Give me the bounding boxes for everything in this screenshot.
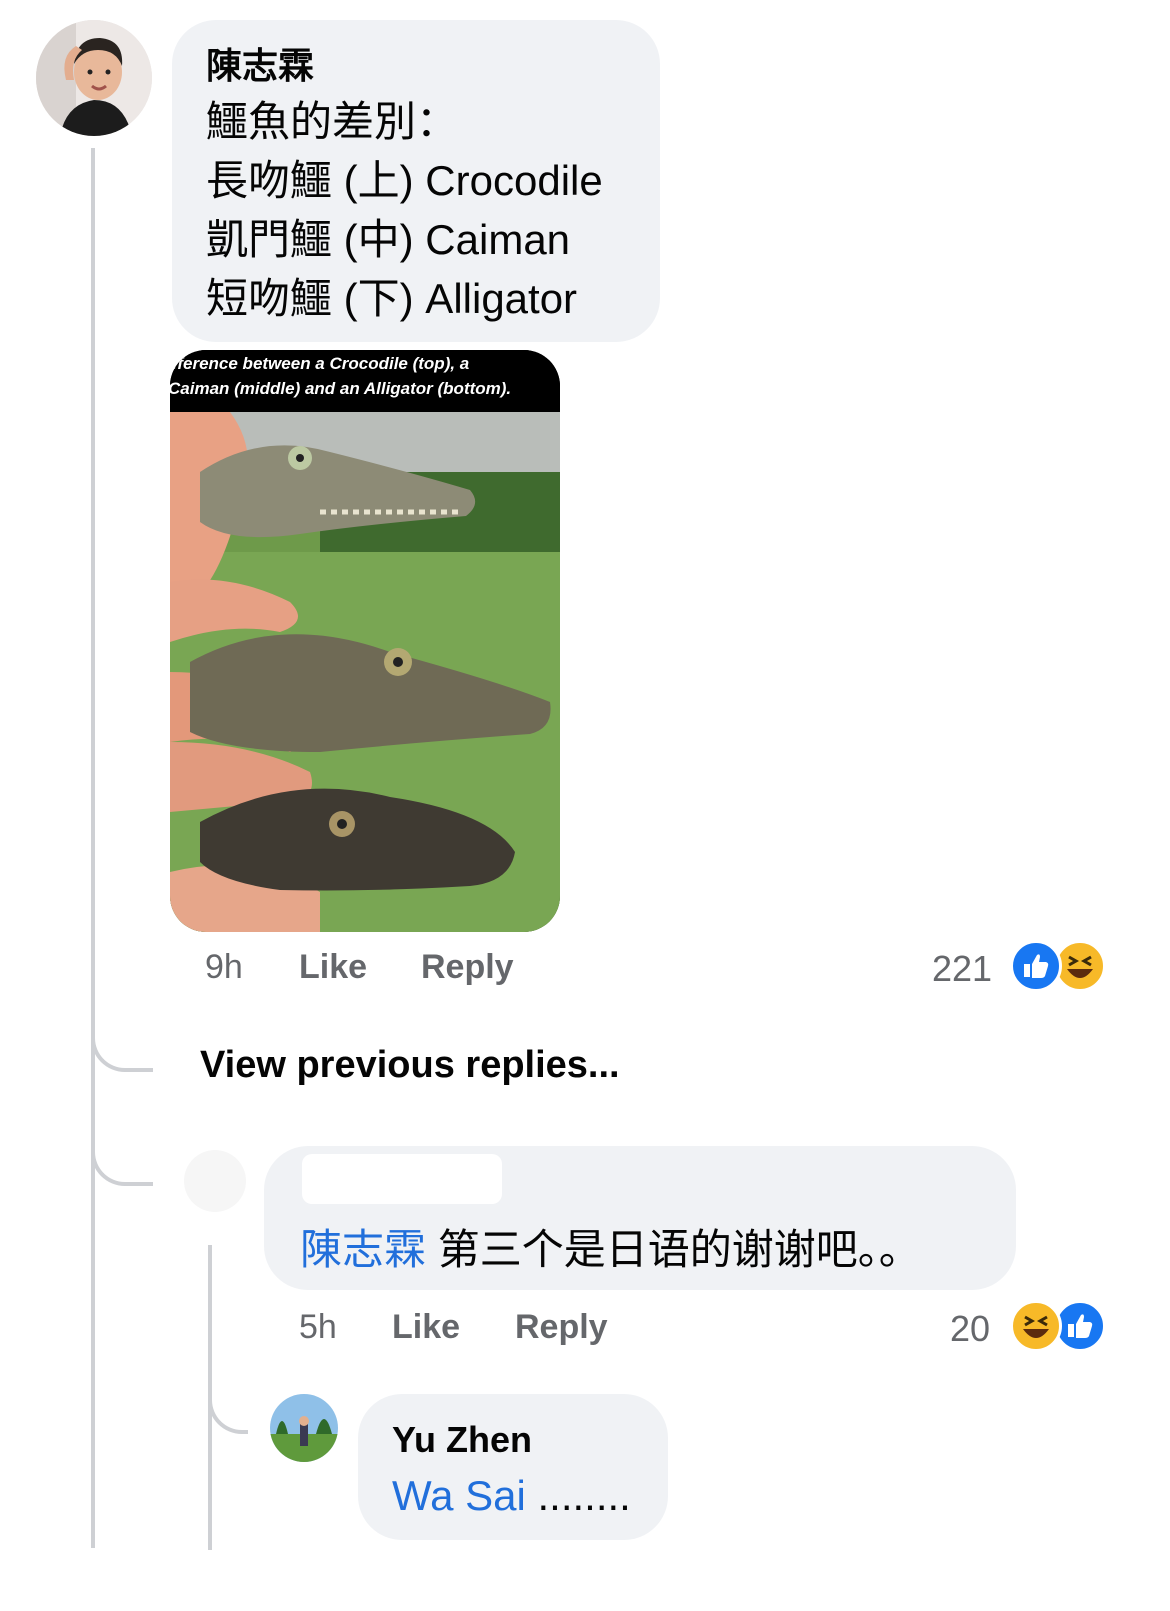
reaction-count[interactable]: 20 — [950, 1308, 990, 1350]
hidden-author — [302, 1154, 502, 1204]
comment-line: 鱷魚的差別： — [206, 98, 459, 145]
comment-line: 凱門鱷 (中) Caiman — [206, 216, 571, 263]
thread-line — [91, 148, 95, 1548]
comment-line: 短吻鱷 (下) Alligator — [206, 275, 578, 322]
thread-branch — [208, 1380, 248, 1434]
thread-branch — [91, 1130, 153, 1186]
comment-image[interactable]: fference between a Crocodile (top), a Ca… — [170, 350, 560, 932]
reply-text: 陳志霖 第三个是日语的谢谢吧。。 — [300, 1220, 921, 1280]
reply-author[interactable]: Yu Zhen — [392, 1418, 532, 1462]
reply-bubble: 陳志霖 第三个是日语的谢谢吧。。 — [264, 1146, 1016, 1290]
reply-text: Wa Sai ........ — [392, 1466, 631, 1526]
avatar[interactable] — [36, 20, 152, 136]
reply-button[interactable]: Reply — [421, 948, 514, 987]
reaction-count[interactable]: 221 — [932, 948, 992, 990]
comment-bubble: 陳志霖 鱷魚的差別： 長吻鱷 (上) Crocodile 凱門鱷 (中) Cai… — [172, 20, 660, 342]
like-button[interactable]: Like — [392, 1308, 460, 1347]
avatar[interactable] — [270, 1394, 338, 1462]
reply-message: 第三个是日语的谢谢吧。。 — [437, 1226, 921, 1273]
mention-link[interactable]: Wa Sai — [392, 1472, 526, 1519]
comment-line: 長吻鱷 (上) Crocodile — [206, 157, 603, 204]
haha-icon[interactable] — [1010, 1300, 1062, 1352]
reply-button[interactable]: Reply — [515, 1308, 608, 1347]
image-caption: Caiman (middle) and an Alligator (bottom… — [170, 379, 512, 398]
avatar[interactable] — [184, 1150, 246, 1212]
image-caption: fference between a Crocodile (top), a — [172, 354, 470, 373]
mention-link[interactable]: 陳志霖 — [300, 1226, 426, 1273]
reply-time[interactable]: 5h — [299, 1308, 337, 1347]
view-previous-replies[interactable]: View previous replies... — [200, 1044, 620, 1087]
comment-time[interactable]: 9h — [205, 948, 243, 987]
crocodile-photo — [170, 412, 560, 932]
comment-author[interactable]: 陳志霖 — [206, 44, 314, 88]
thread-branch — [91, 1020, 153, 1072]
reply-bubble: Yu Zhen Wa Sai ........ — [358, 1394, 668, 1540]
like-icon[interactable] — [1010, 940, 1062, 992]
like-button[interactable]: Like — [299, 948, 367, 987]
reply-message: ........ — [537, 1472, 631, 1519]
